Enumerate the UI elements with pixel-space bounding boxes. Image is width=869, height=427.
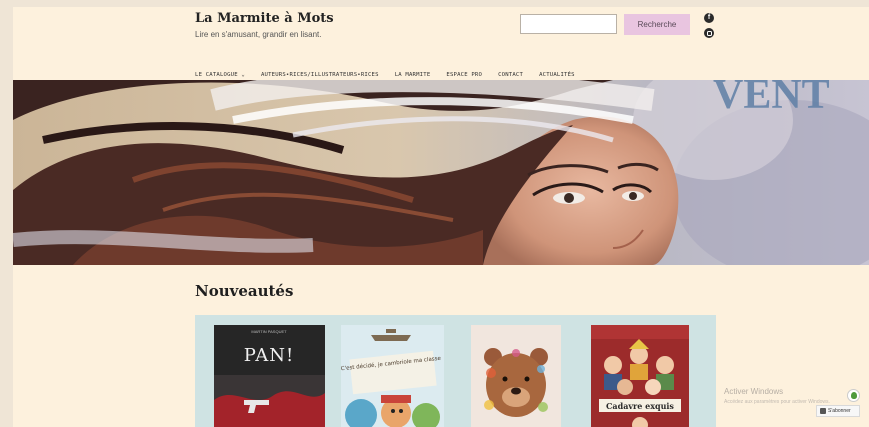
nouveautes-books-panel: MARTIN PASQUET PAN! C'est décidé, je cam… bbox=[195, 315, 716, 427]
book-cover-cadavre-exquis-art: Cadavre exquis bbox=[591, 325, 689, 427]
main-navigation: LE CATALOGUE ⌄ AUTEURS•RICES/ILLUSTRATEU… bbox=[195, 63, 587, 78]
facebook-icon-glyph: f bbox=[707, 14, 711, 21]
windows-activation-title: Activer Windows bbox=[724, 387, 784, 396]
book-cover-pan[interactable]: MARTIN PASQUET PAN! bbox=[214, 325, 325, 427]
page: La Marmite à Mots Lire en s'amusant, gra… bbox=[13, 7, 869, 427]
hero-banner-image: VENT bbox=[13, 80, 869, 265]
hero-illustration: VENT bbox=[13, 80, 869, 265]
site-tagline: Lire en s'amusant, grandir en lisant. bbox=[195, 30, 322, 39]
follow-button[interactable]: S'abonner bbox=[816, 405, 860, 417]
book-pan-author: MARTIN PASQUET bbox=[251, 329, 287, 334]
book-cadavre-title: Cadavre exquis bbox=[606, 401, 674, 411]
site-title[interactable]: La Marmite à Mots bbox=[195, 11, 334, 26]
book-cover-cambriole[interactable]: C'est décidé, je cambriole ma classe bbox=[341, 325, 444, 427]
book-pan-title: PAN! bbox=[244, 345, 294, 366]
nav-item-actualites[interactable]: ACTUALITÉS bbox=[539, 72, 575, 78]
facebook-icon[interactable]: f bbox=[704, 13, 714, 23]
nav-item-catalogue[interactable]: LE CATALOGUE ⌄ bbox=[195, 72, 245, 78]
nav-item-espace-pro[interactable]: ESPACE PRO bbox=[446, 72, 482, 78]
nav-item-la-marmite[interactable]: LA MARMITE bbox=[395, 72, 431, 78]
book-cover-bear[interactable] bbox=[471, 325, 561, 427]
book-cover-bear-art bbox=[471, 325, 561, 427]
search-button[interactable]: Recherche bbox=[624, 14, 690, 35]
book-cover-pan-art: MARTIN PASQUET PAN! bbox=[214, 325, 325, 427]
hero-overlay-text: VENT bbox=[713, 80, 830, 118]
site-header: La Marmite à Mots Lire en s'amusant, gra… bbox=[13, 7, 869, 79]
wordpress-badge-icon[interactable] bbox=[847, 389, 860, 402]
follow-button-label: S'abonner bbox=[828, 408, 851, 414]
nouveautes-title: Nouveautés bbox=[195, 282, 294, 300]
instagram-icon-ring bbox=[706, 30, 712, 36]
windows-activation-subtitle: Accédez aux paramètres pour activer Wind… bbox=[724, 399, 830, 405]
book-cover-cambriole-art: C'est décidé, je cambriole ma classe bbox=[341, 325, 444, 427]
book-cover-cadavre-exquis[interactable]: Cadavre exquis bbox=[591, 325, 689, 427]
follow-icon bbox=[820, 408, 826, 414]
instagram-icon[interactable] bbox=[704, 28, 714, 38]
nav-item-auteurs[interactable]: AUTEURS•RICES/ILLUSTRATEURS•RICES bbox=[261, 72, 379, 78]
search-input[interactable] bbox=[520, 14, 617, 34]
nav-item-contact[interactable]: CONTACT bbox=[498, 72, 523, 78]
